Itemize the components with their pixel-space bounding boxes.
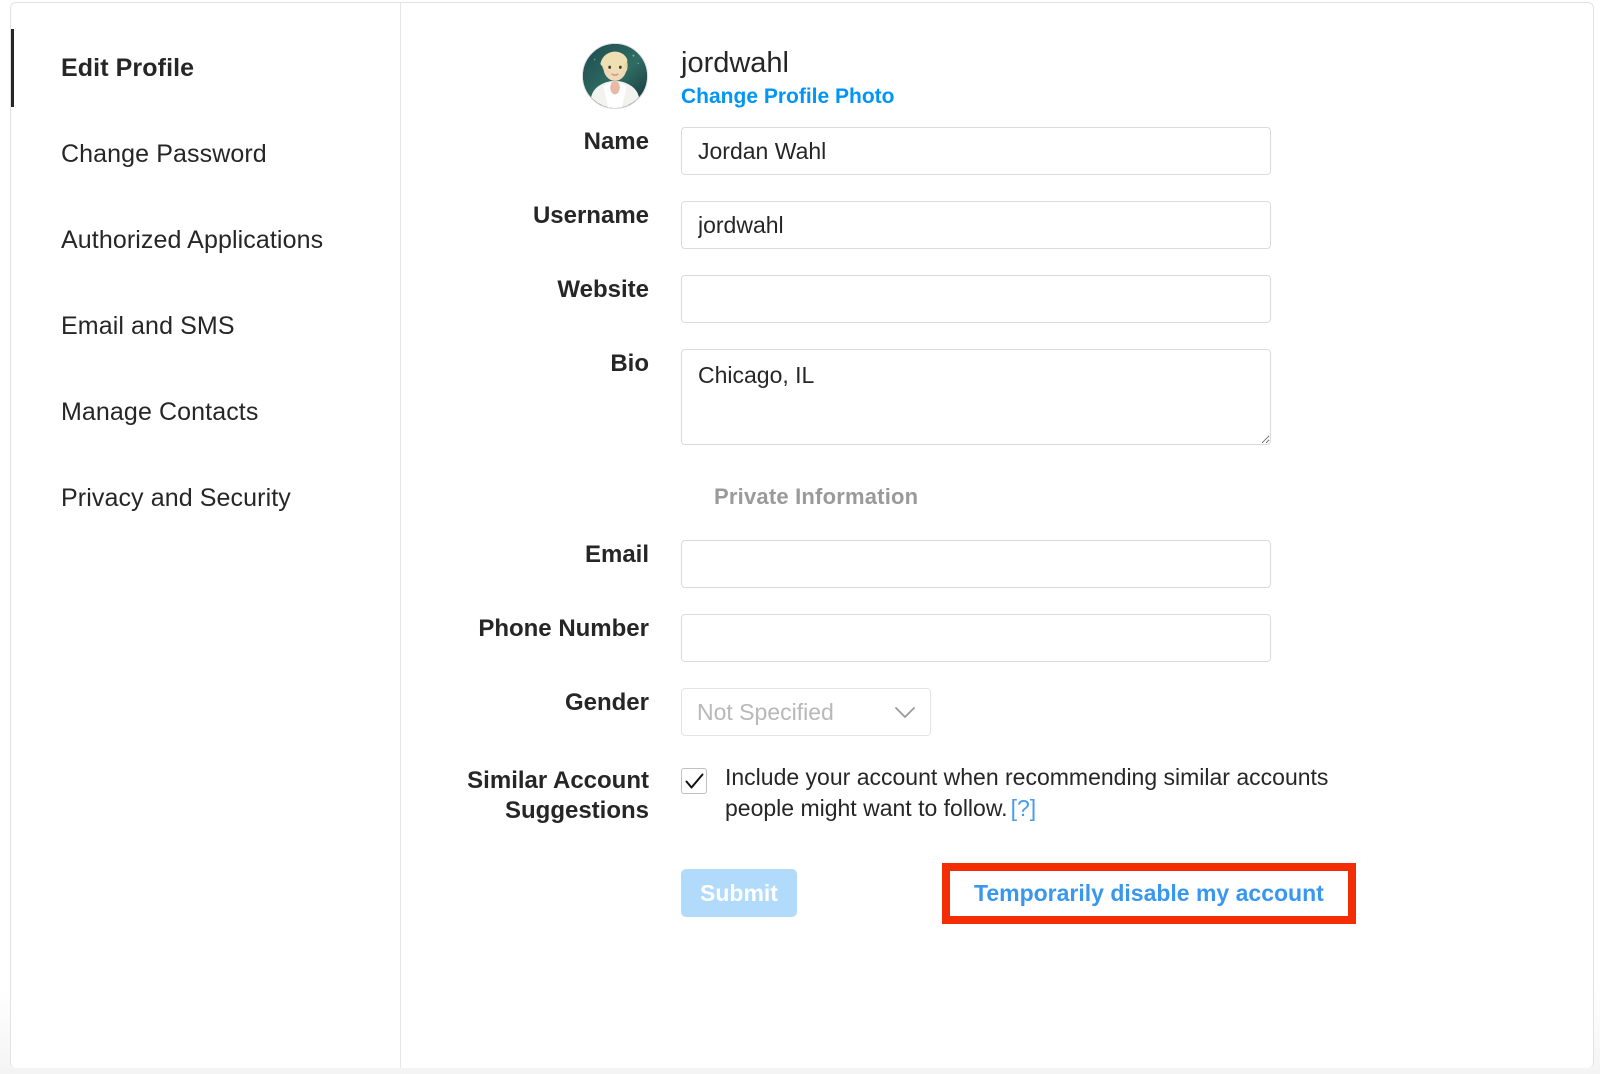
sidebar-item-label: Email and SMS	[61, 311, 235, 340]
edit-profile-form: jordwahl Change Profile Photo Name Usern…	[401, 3, 1593, 1068]
change-profile-photo-link[interactable]: Change Profile Photo	[681, 85, 895, 109]
sidebar-item-email-and-sms[interactable]: Email and SMS	[11, 283, 400, 369]
gender-label: Gender	[564, 689, 649, 717]
sidebar-item-label: Edit Profile	[61, 53, 195, 82]
website-label: Website	[557, 276, 649, 304]
sidebar-item-manage-contacts[interactable]: Manage Contacts	[11, 369, 400, 455]
bio-label: Bio	[610, 350, 649, 378]
profile-header: jordwahl Change Profile Photo	[401, 43, 1593, 109]
disable-account-highlight-box: Temporarily disable my account	[942, 862, 1356, 924]
private-information-heading: Private Information	[714, 484, 919, 510]
similar-accounts-label: Similar Account Suggestions	[467, 767, 649, 825]
sidebar-item-authorized-applications[interactable]: Authorized Applications	[11, 197, 400, 283]
page-title: jordwahl	[681, 47, 789, 79]
gender-select-wrap: Not SpecifiedFemaleMaleCustom	[681, 688, 931, 737]
similar-accounts-description: Include your account when recommending s…	[725, 762, 1345, 824]
bio-textarea[interactable]	[681, 349, 1271, 446]
field-row-phone: Phone Number	[401, 614, 1593, 663]
avatar[interactable]	[582, 43, 648, 109]
avatar-cell	[401, 43, 681, 109]
gender-select[interactable]: Not SpecifiedFemaleMaleCustom	[681, 688, 931, 737]
similar-accounts-help-link[interactable]: [?]	[1011, 795, 1037, 821]
sidebar-item-privacy-and-security[interactable]: Privacy and Security	[11, 455, 400, 541]
username-label: Username	[532, 202, 649, 230]
temporarily-disable-account-link[interactable]: Temporarily disable my account	[974, 880, 1324, 907]
field-row-bio: Bio	[401, 349, 1593, 450]
phone-input[interactable]	[681, 614, 1271, 663]
edit-profile-page: Edit Profile Change Password Authorized …	[0, 0, 1600, 1074]
field-row-gender: Gender Not SpecifiedFemaleMaleCustom	[401, 688, 1593, 737]
submit-button[interactable]: Submit	[681, 869, 797, 918]
website-input[interactable]	[681, 275, 1271, 324]
email-input[interactable]	[681, 540, 1271, 589]
field-row-name: Name	[401, 127, 1593, 176]
sidebar-item-label: Privacy and Security	[61, 483, 291, 512]
similar-accounts-checkbox[interactable]	[681, 768, 707, 795]
sidebar-item-label: Authorized Applications	[61, 225, 324, 254]
form-actions: Submit Temporarily disable my account	[401, 862, 1593, 924]
sidebar-item-label: Manage Contacts	[61, 397, 259, 426]
field-row-email: Email	[401, 540, 1593, 589]
settings-card: Edit Profile Change Password Authorized …	[10, 2, 1594, 1068]
profile-identity: jordwahl Change Profile Photo	[681, 43, 895, 109]
settings-sidebar: Edit Profile Change Password Authorized …	[11, 3, 401, 1068]
field-row-website: Website	[401, 275, 1593, 324]
email-label: Email	[584, 541, 649, 569]
username-input[interactable]	[681, 201, 1271, 250]
field-row-username: Username	[401, 201, 1593, 250]
field-row-similar-accounts: Similar Account Suggestions Include your…	[401, 762, 1593, 826]
name-input[interactable]	[681, 127, 1271, 176]
sidebar-item-change-password[interactable]: Change Password	[11, 111, 400, 197]
phone-label: Phone Number	[478, 615, 649, 643]
active-indicator-bar	[11, 29, 14, 107]
sidebar-item-edit-profile[interactable]: Edit Profile	[11, 25, 400, 111]
name-label: Name	[583, 128, 649, 156]
sidebar-item-label: Change Password	[61, 139, 267, 168]
